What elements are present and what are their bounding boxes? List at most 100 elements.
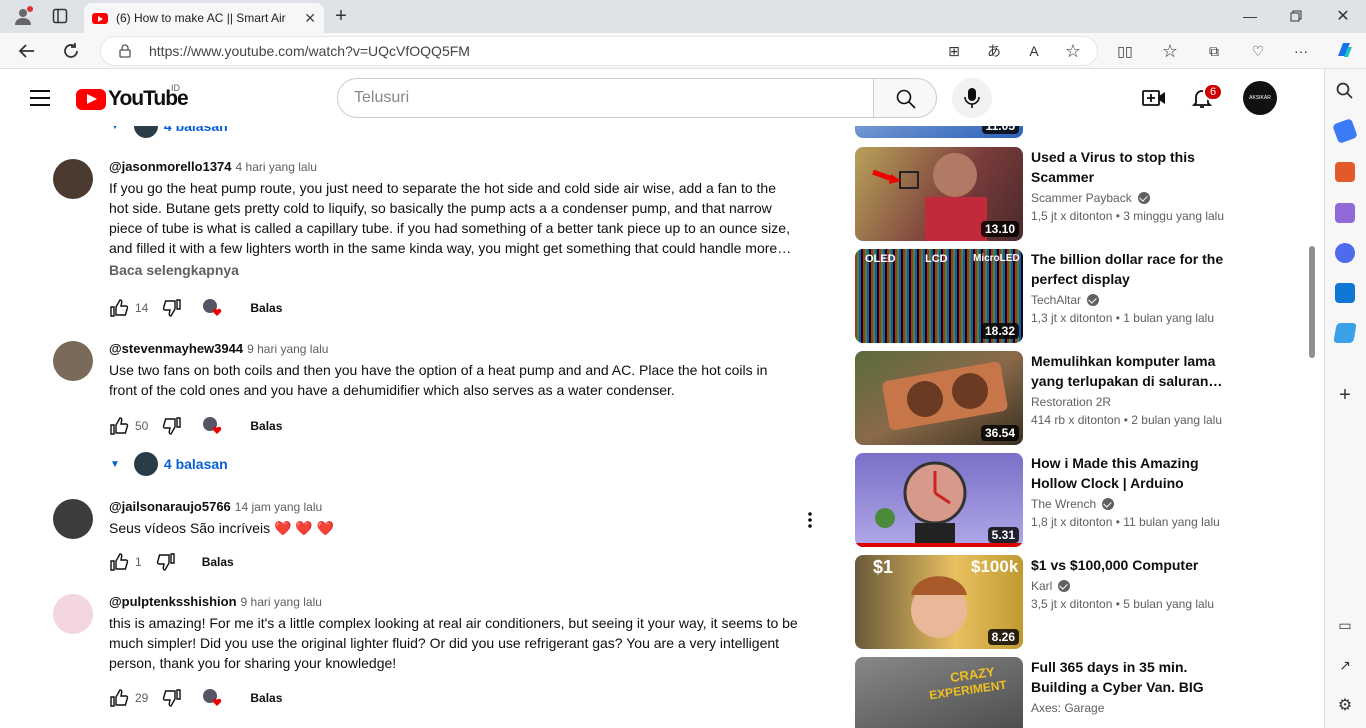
comment-time[interactable]: 14 jam yang lalu [235,500,322,514]
favorites-icon[interactable]: ☆ [1160,41,1180,61]
reply-button[interactable]: Balas [250,419,282,433]
outlook-icon[interactable] [1335,283,1355,303]
search-icon[interactable] [1335,81,1355,101]
replies-toggle-partial[interactable]: ▼ 4 balasan [110,126,228,138]
refresh-icon[interactable] [60,40,82,62]
video-item[interactable]: OLED LCD MicroLED 18.32 The billion doll… [855,249,1255,343]
dislike-icon[interactable] [156,552,176,572]
video-item[interactable]: $1 $100k 8.26 $1 vs $100,000 Computer Ka… [855,555,1255,649]
dislike-icon[interactable] [162,416,182,436]
new-tab-icon[interactable]: + [330,5,352,27]
channel-name[interactable]: The Wrench [1031,497,1096,511]
video-thumbnail[interactable]: CRAZY EXPERIMENT [855,657,1023,728]
like-icon[interactable] [109,416,129,436]
reply-button[interactable]: Balas [202,555,234,569]
channel-name[interactable]: Axes: Garage [1031,701,1104,715]
like-icon[interactable] [109,552,129,572]
address-toolbar: https://www.youtube.com/watch?v=UQcVfOQQ… [0,33,1366,69]
like-icon[interactable] [109,298,129,318]
thumb-label-100k: $100k [971,557,1019,576]
lock-icon[interactable] [119,44,131,58]
video-title[interactable]: Memulihkan komputer lama yang terlupakan… [1031,351,1231,391]
comment-time[interactable]: 9 hari yang lalu [241,595,322,609]
create-video-icon[interactable] [1142,87,1166,109]
video-thumbnail[interactable]: 5.31 [855,453,1023,547]
read-aloud-icon[interactable]: A [1024,41,1044,61]
video-title[interactable]: How i Made this Amazing Hollow Clock | A… [1031,453,1231,493]
video-thumbnail[interactable]: 13.10 [855,147,1023,241]
youtube-logo[interactable]: YouTube ID [76,83,189,111]
favorite-star-icon[interactable]: ☆ [1063,41,1083,61]
comment-time[interactable]: 9 hari yang lalu [247,342,328,356]
comment-author[interactable]: @jailsonaraujo5766 [109,499,231,514]
video-item[interactable]: 36.54 Memulihkan komputer lama yang terl… [855,351,1255,445]
browser-essentials-icon[interactable]: ♡ [1248,41,1268,61]
replies-toggle[interactable]: ▼ 4 balasan [110,452,228,476]
comment-author[interactable]: @jasonmorello1374 [109,159,232,174]
video-title[interactable]: The billion dollar race for the perfect … [1031,249,1231,289]
hide-sidebar-icon[interactable]: ▭ [1335,615,1355,635]
video-thumbnail[interactable]: 36.54 [855,351,1023,445]
comment-time[interactable]: 4 hari yang lalu [236,160,317,174]
menu-icon[interactable] [30,90,50,106]
video-item[interactable]: 13.10 Used a Virus to stop this Scammer … [855,147,1255,241]
comment-author[interactable]: @pulptenksshishion [109,594,237,609]
page-scrollbar[interactable] [1309,246,1315,358]
channel-name[interactable]: TechAltar [1031,293,1081,307]
collections-icon[interactable]: ⧉ [1204,41,1224,61]
video-thumbnail-partial[interactable]: 11.05 [855,126,1023,138]
video-item[interactable]: 5.31 How i Made this Amazing Hollow Cloc… [855,453,1255,547]
search-input[interactable]: Telusuri [337,78,874,118]
restore-icon[interactable] [1286,6,1306,26]
video-thumbnail[interactable]: OLED LCD MicroLED 18.32 [855,249,1023,343]
tab-actions-icon[interactable] [50,6,70,26]
settings-more-icon[interactable]: ··· [1291,41,1311,61]
external-link-icon[interactable]: ↗ [1335,655,1355,675]
upload-age: 11 bulan yang lalu [1123,515,1220,529]
upload-age: 1 bulan yang lalu [1123,311,1215,325]
microsoft-365-icon[interactable] [1335,243,1355,263]
app-available-icon[interactable]: ⊞ [944,41,964,61]
channel-name[interactable]: Karl [1031,579,1052,593]
sidebar-settings-icon[interactable]: ⚙ [1335,695,1355,715]
channel-name[interactable]: Scammer Payback [1031,191,1132,205]
minimize-icon[interactable]: — [1240,6,1260,26]
comment-author[interactable]: @stevenmayhew3944 [109,341,243,356]
like-icon[interactable] [109,688,129,708]
close-window-icon[interactable]: ✕ [1333,6,1353,26]
video-title[interactable]: $1 vs $100,000 Computer [1031,555,1231,575]
more-actions-icon[interactable] [806,511,814,529]
commenter-avatar[interactable] [53,499,93,539]
profile-icon[interactable] [12,5,34,27]
view-count: 1,8 jt x ditonton [1031,515,1113,529]
games-icon[interactable] [1335,203,1355,223]
copilot-icon[interactable] [1333,39,1355,61]
tools-icon[interactable] [1335,162,1355,182]
video-thumbnail[interactable]: $1 $100k 8.26 [855,555,1023,649]
video-duration: 8.26 [987,629,1019,645]
reply-button[interactable]: Balas [250,301,282,315]
search-button[interactable] [873,78,937,118]
read-more-link[interactable]: Baca selengkapnya [109,262,799,278]
add-sidebar-app-icon[interactable]: + [1335,384,1355,406]
url-text[interactable]: https://www.youtube.com/watch?v=UQcVfOQQ… [149,43,470,59]
channel-name[interactable]: Restoration 2R [1031,395,1111,409]
dislike-icon[interactable] [162,298,182,318]
video-item[interactable]: CRAZY EXPERIMENT Full 365 days in 35 min… [855,657,1255,728]
back-icon[interactable] [16,40,38,62]
voice-search-button[interactable] [952,78,992,118]
account-avatar[interactable]: AKSIKAR [1243,81,1277,115]
commenter-avatar[interactable] [53,594,93,634]
translate-icon[interactable]: あ [984,41,1004,61]
close-tab-icon[interactable]: ✕ [304,10,316,27]
shopping-icon[interactable] [1332,118,1358,144]
reply-button[interactable]: Balas [250,691,282,705]
video-title[interactable]: Used a Virus to stop this Scammer [1031,147,1231,187]
browser-tab[interactable]: (6) How to make AC || Smart Air ✕ [84,3,324,33]
drop-icon[interactable] [1333,323,1357,343]
split-screen-icon[interactable]: ▯▯ [1115,41,1135,61]
commenter-avatar[interactable] [53,341,93,381]
dislike-icon[interactable] [162,688,182,708]
video-title[interactable]: Full 365 days in 35 min. Building a Cybe… [1031,657,1231,697]
commenter-avatar[interactable] [53,159,93,199]
